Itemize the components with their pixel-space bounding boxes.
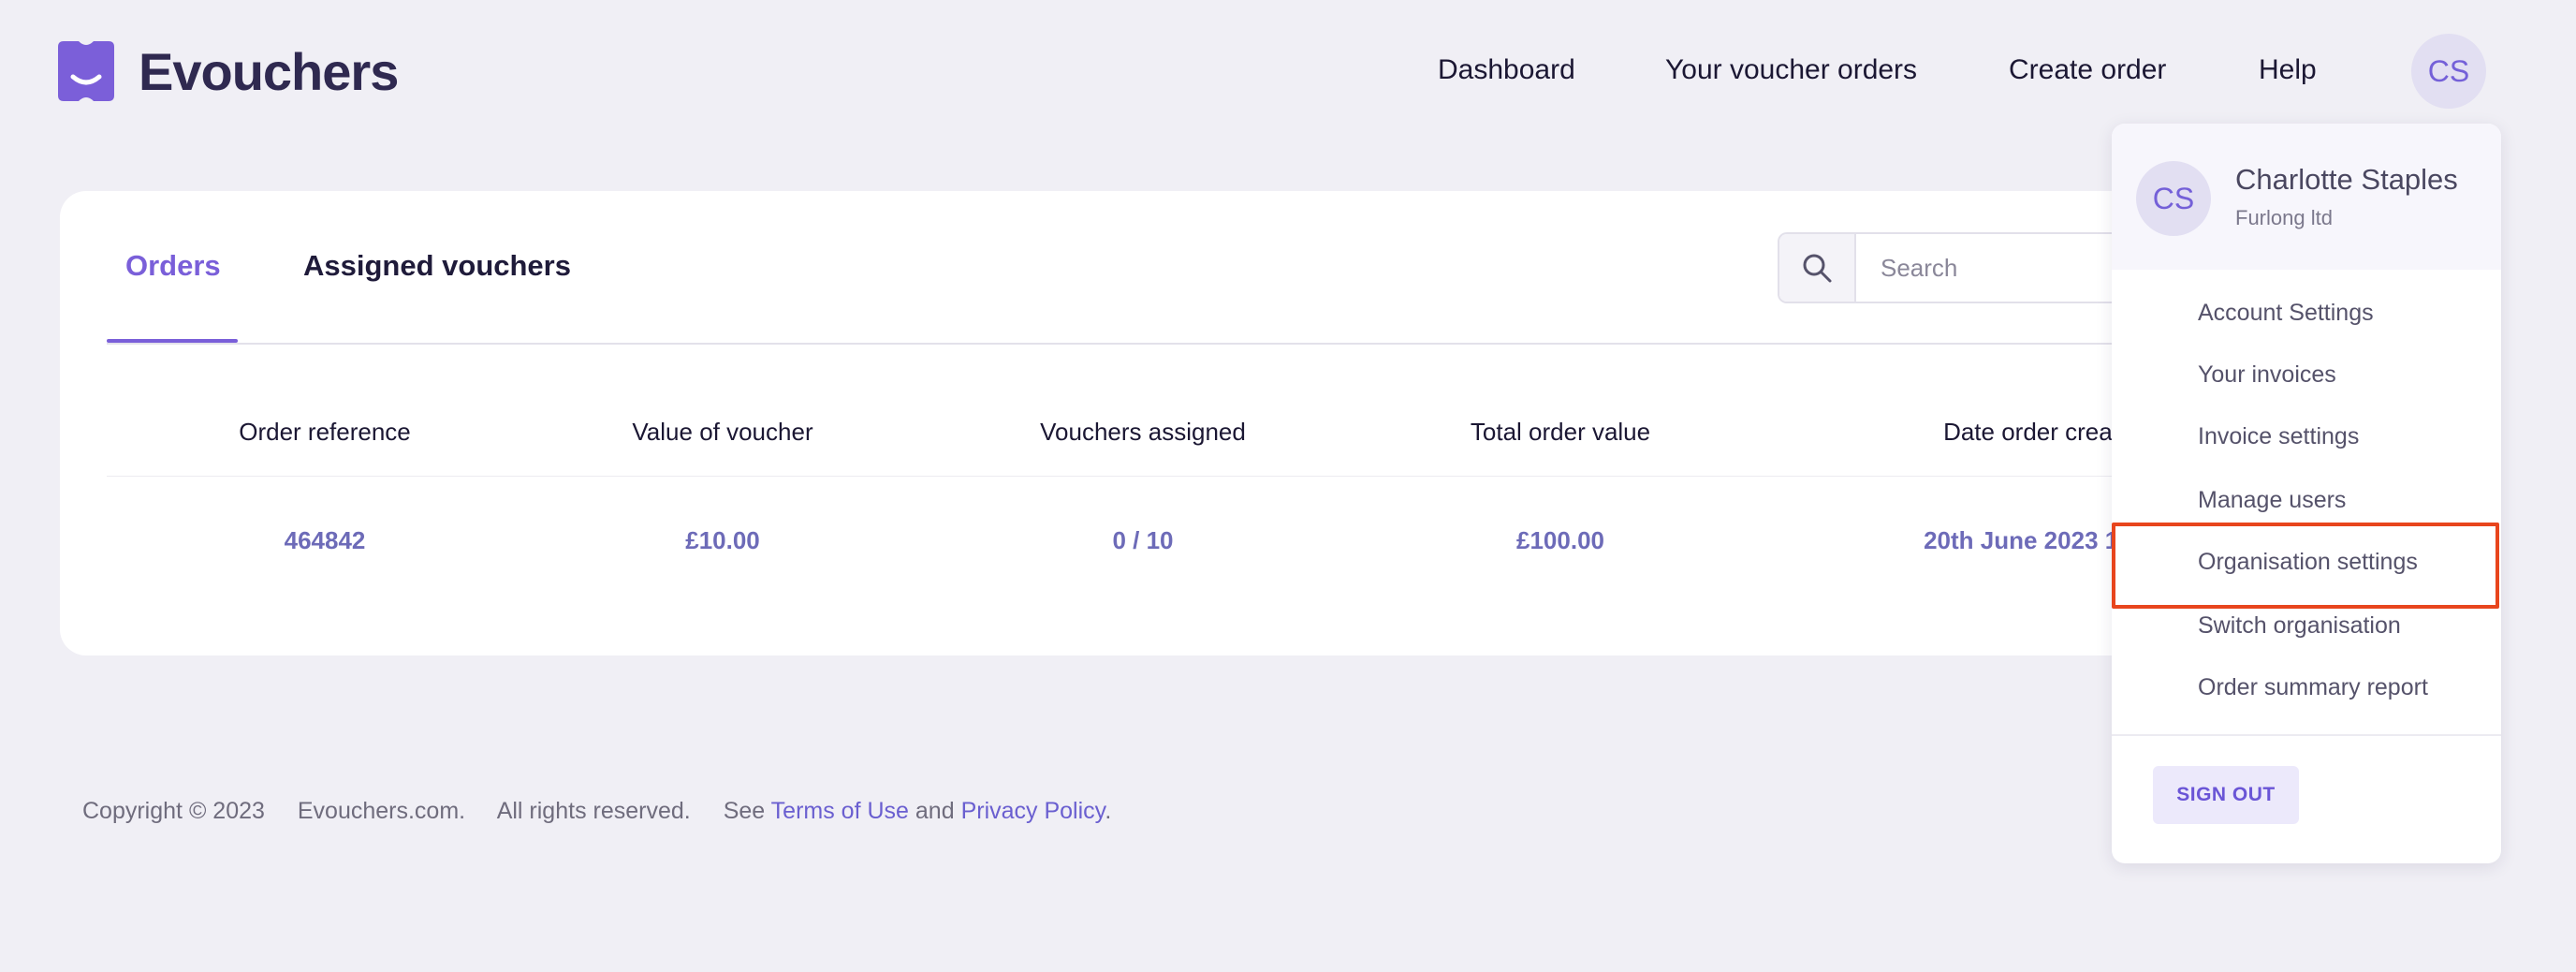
menu-item-your-invoices[interactable]: Your invoices	[2198, 361, 2336, 389]
orders-card: Orders Assigned vouchers Order reference…	[60, 191, 2250, 655]
account-menu: CS Charlotte Staples Furlong ltd Account…	[2112, 124, 2501, 863]
table-header-divider	[107, 476, 2203, 477]
nav-voucher-orders[interactable]: Your voucher orders	[1665, 54, 1917, 86]
menu-item-order-summary-report[interactable]: Order summary report	[2198, 674, 2428, 701]
column-header-total-order-value[interactable]: Total order value	[1471, 418, 1650, 447]
menu-item-invoice-settings[interactable]: Invoice settings	[2198, 423, 2359, 450]
cell-vouchers-assigned: 0 / 10	[1112, 526, 1174, 554]
privacy-policy-link[interactable]: Privacy Policy	[961, 798, 1105, 824]
cell-order-reference[interactable]: 464842	[285, 526, 366, 555]
cell-value-of-voucher: £10.00	[685, 526, 760, 554]
cell-total-order-value: £100.00	[1516, 526, 1604, 554]
page: Evouchers Dashboard Your voucher orders …	[0, 0, 2576, 972]
footer-see: See	[723, 798, 766, 824]
nav-dashboard[interactable]: Dashboard	[1438, 54, 1575, 86]
terms-of-use-link[interactable]: Terms of Use	[771, 798, 909, 824]
search-icon[interactable]	[1779, 234, 1856, 302]
column-header-value-of-voucher[interactable]: Value of voucher	[632, 418, 812, 447]
avatar: CS	[2136, 161, 2211, 236]
column-header-order-reference[interactable]: Order reference	[239, 418, 411, 447]
column-header-vouchers-assigned[interactable]: Vouchers assigned	[1040, 418, 1246, 447]
nav-help[interactable]: Help	[2259, 54, 2317, 86]
footer-period: .	[1105, 798, 1112, 824]
footer-copyright: Copyright © 2023	[82, 798, 265, 824]
user-avatar-button[interactable]: CS	[2411, 34, 2486, 109]
sign-out-button[interactable]: SIGN OUT	[2153, 766, 2299, 824]
column-header-date-order-created[interactable]: Date order creat	[1943, 418, 2119, 447]
menu-item-switch-organisation[interactable]: Switch organisation	[2198, 612, 2401, 640]
nav-create-order[interactable]: Create order	[2009, 54, 2166, 86]
menu-divider	[2112, 734, 2501, 736]
tab-assigned-vouchers[interactable]: Assigned vouchers	[303, 249, 571, 283]
menu-item-account-settings[interactable]: Account Settings	[2198, 300, 2374, 327]
footer: Copyright © 2023 Evouchers.com. All righ…	[82, 798, 1111, 825]
tab-orders[interactable]: Orders	[125, 249, 221, 283]
menu-item-manage-users[interactable]: Manage users	[2198, 487, 2346, 514]
cell-date-order-created: 20th June 2023 11:	[1924, 526, 2139, 554]
menu-item-organisation-settings[interactable]: Organisation settings	[2198, 549, 2418, 576]
footer-site: Evouchers.com.	[297, 798, 466, 824]
account-menu-header: CS Charlotte Staples Furlong ltd	[2112, 124, 2501, 270]
account-organisation-name: Furlong ltd	[2235, 206, 2333, 229]
tabs-divider	[107, 343, 2203, 345]
top-nav: Dashboard Your voucher orders Create ord…	[0, 54, 2576, 92]
footer-and: and	[915, 798, 955, 824]
account-user-name: Charlotte Staples	[2235, 163, 2458, 196]
footer-rights: All rights reserved.	[496, 798, 691, 824]
